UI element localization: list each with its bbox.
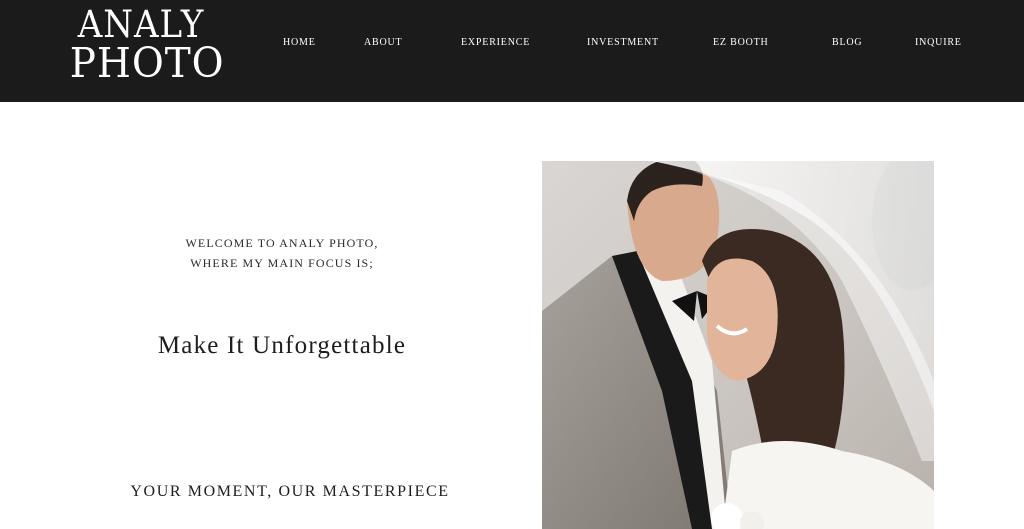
nav-home[interactable]: HOME [283, 37, 316, 48]
nav-about[interactable]: ABOUT [364, 37, 402, 48]
welcome-line-1: WELCOME TO ANALY PHOTO, [185, 236, 379, 250]
logo-line-2: PHOTO [69, 39, 225, 87]
welcome-line-2: WHERE MY MAIN FOCUS IS; [190, 256, 374, 270]
hero-headline: Make It Unforgettable [157, 332, 407, 359]
couple-photo [542, 161, 934, 529]
site-header: ANALY PHOTO HOME ABOUT EXPERIENCE INVEST… [0, 0, 1024, 102]
nav-ez-booth[interactable]: EZ BOOTH [713, 37, 769, 48]
nav-investment[interactable]: INVESTMENT [587, 37, 659, 48]
nav-blog[interactable]: BLOG [832, 37, 862, 48]
nav-experience[interactable]: EXPERIENCE [461, 37, 530, 48]
site-logo[interactable]: ANALY PHOTO [66, 6, 225, 87]
welcome-text: WELCOME TO ANALY PHOTO, WHERE MY MAIN FO… [142, 233, 422, 273]
hero-tagline: YOUR MOMENT, OUR MASTERPIECE [130, 483, 450, 500]
nav-inquire[interactable]: INQUIRE [915, 37, 962, 48]
